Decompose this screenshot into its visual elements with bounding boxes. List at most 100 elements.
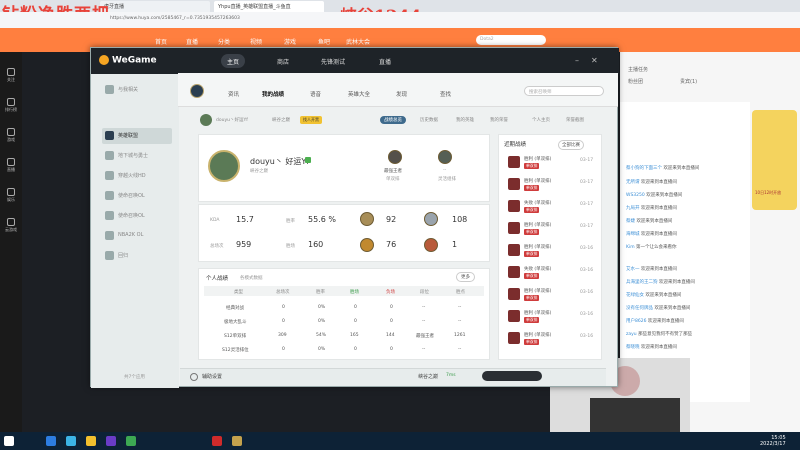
promo-banner[interactable]: 10日12时开放 [752, 110, 797, 210]
col-lp: 胜点 [456, 290, 465, 295]
address-bar[interactable]: https://www.huya.com/2585467_r=0.7351935… [0, 12, 800, 28]
sub-honor[interactable]: 我的荣誉 [490, 117, 508, 123]
nav-live[interactable]: 直播 [186, 37, 198, 46]
history-row[interactable]: 失败 (单双排) 单双排 03-17 [504, 198, 596, 216]
lol-tab-voice[interactable]: 语音 [310, 90, 321, 98]
gamepad-icon [7, 128, 15, 136]
folder-icon[interactable] [86, 436, 96, 446]
close-icon[interactable]: ✕ [591, 56, 598, 65]
history-row[interactable]: 胜利 (单双排) 单双排 03-16 [504, 286, 596, 304]
lol-client-icon[interactable] [232, 436, 242, 446]
champion-icon [508, 288, 520, 300]
system-clock[interactable]: 15:05 2022/3/17 [760, 435, 786, 447]
lol-tab-discover[interactable]: 发现 [396, 90, 407, 98]
nav-games[interactable]: 游戏 [284, 37, 296, 46]
champion-icon [508, 244, 520, 256]
browser-tab-active[interactable]: Yhpu直播_英雄联盟直播_斗鱼直 [214, 1, 324, 12]
history-filter-dropdown[interactable]: 全部比赛 [558, 140, 584, 150]
sub-homepage[interactable]: 个人主页 [532, 117, 550, 123]
app-icon[interactable] [106, 436, 116, 446]
row-cell: 144 [386, 333, 395, 338]
launch-area[interactable] [482, 371, 542, 381]
edge-icon[interactable] [46, 436, 56, 446]
game-item-return[interactable]: 回归 [102, 248, 172, 264]
lol-tab-search[interactable]: 查找 [440, 90, 451, 98]
tv-icon [7, 158, 15, 166]
nav-home[interactable]: 首页 [155, 37, 167, 46]
panel-tab-task[interactable]: 主播任务 [628, 66, 648, 73]
game-item-cf[interactable]: 穿越火线HD [102, 168, 172, 184]
history-row[interactable]: 胜利 (单双排) 单双排 03-17 [504, 154, 596, 172]
wg-tab-home[interactable]: 主页 [221, 54, 246, 68]
sub-summoner[interactable]: douyu丶好运Yf [216, 117, 248, 123]
lol-tab-news[interactable]: 资讯 [228, 90, 239, 98]
game-icon [105, 191, 114, 200]
start-icon[interactable] [4, 436, 14, 446]
app-icon[interactable] [212, 436, 222, 446]
find-team-button[interactable]: 找人开黑 [300, 116, 322, 124]
history-row[interactable]: 胜利 (单双排) 单双排 03-17 [504, 176, 596, 194]
game-item-codol[interactable]: 使命召唤OL [102, 188, 172, 204]
server-label: 峡谷之巅 [418, 374, 439, 380]
nav-category[interactable]: 分类 [218, 37, 230, 46]
panel-tab-vip[interactable]: 贵宾(1) [680, 78, 697, 85]
history-title: 近期战绩 [504, 142, 527, 148]
wg-tab-store[interactable]: 商店 [271, 54, 295, 68]
chat-message: zayu 那些意见我何不有赞了那些 [626, 332, 693, 337]
more-button[interactable]: 更多 [456, 272, 475, 282]
row-type: 经典对战 [226, 306, 244, 311]
game-item-lol[interactable]: 英雄联盟 [102, 128, 172, 144]
summoner-search-input[interactable]: 搜索召唤师 [524, 86, 604, 96]
browser-tab[interactable]: 虎牙直播 [100, 1, 210, 12]
row-cell: 54% [316, 333, 327, 338]
minimize-icon[interactable]: – [575, 56, 579, 65]
rail-live[interactable]: 直播 [2, 156, 20, 174]
avatar[interactable] [208, 150, 240, 182]
medal-icon [424, 238, 438, 252]
nav-yuba[interactable]: 鱼吧 [318, 37, 330, 46]
rail-games[interactable]: 游戏 [2, 126, 20, 144]
sub-history[interactable]: 历史数据 [420, 117, 438, 123]
history-row[interactable]: 胜利 (单双排) 单双排 03-16 [504, 308, 596, 326]
history-row[interactable]: 失败 (单双排) 单双排 03-16 [504, 264, 596, 282]
table-subtitle: 各模式数据 [240, 276, 263, 281]
sub-screenshot[interactable]: 荣誉截图 [566, 117, 584, 123]
lol-tab-record[interactable]: 我的战绩 [262, 90, 284, 98]
panel-tab-fans[interactable]: 粉丝团 [628, 78, 643, 85]
app-icon[interactable] [126, 436, 136, 446]
assist-settings[interactable]: 辅助设置 [202, 373, 222, 380]
nav-wulin[interactable]: 武林大会 [346, 37, 370, 46]
url-text[interactable]: https://www.huya.com/2585467_r=0.7351935… [110, 16, 240, 21]
col-type: 类型 [234, 290, 243, 295]
history-row[interactable]: 胜利 (单双排) 单双排 03-16 [504, 330, 596, 348]
cloud-icon [7, 218, 15, 226]
rail-cloud-game[interactable]: 云游戏 [2, 216, 20, 234]
game-item-related[interactable]: 与我相关 [102, 82, 172, 98]
nav-video[interactable]: 视频 [250, 37, 262, 46]
game-item-codol-2[interactable]: 使命召唤OL [102, 208, 172, 224]
site-search-input[interactable]: Dota2 [476, 35, 546, 45]
wg-tab-live[interactable]: 直播 [373, 54, 397, 68]
row-cell: 309 [278, 333, 287, 338]
summoner-name: douyu丶 好运Yf [250, 157, 310, 166]
sub-overview[interactable]: 战绩总览 [380, 116, 406, 124]
history-row[interactable]: 胜利 (单双排) 单双排 03-16 [504, 242, 596, 260]
kda-value: 15.7 [236, 215, 254, 224]
rail-follow[interactable]: 关注 [2, 66, 20, 84]
game-icon [105, 231, 114, 240]
sub-my-heroes[interactable]: 我的英雄 [456, 117, 474, 123]
rail-entertainment[interactable]: 娱乐 [2, 186, 20, 204]
badge-value-2: 108 [452, 215, 468, 224]
rail-rank[interactable]: 排行榜 [2, 96, 20, 114]
game-item-dnf[interactable]: 地下城与勇士 [102, 148, 172, 164]
app-icon[interactable] [66, 436, 76, 446]
sub-server[interactable]: 峡谷之巅 [272, 117, 290, 123]
row-cell: 0 [282, 305, 285, 310]
col-wins: 胜场 [350, 290, 359, 295]
settings-icon[interactable] [190, 373, 198, 381]
lol-tab-heroes[interactable]: 英雄大全 [348, 90, 370, 98]
history-row[interactable]: 胜利 (单双排) 单双排 03-17 [504, 220, 596, 238]
wg-tab-pioneer[interactable]: 先锋测试 [315, 54, 351, 68]
game-item-nba2k[interactable]: NBA2K OL [102, 228, 172, 244]
row-type: 极地大乱斗 [224, 320, 247, 325]
